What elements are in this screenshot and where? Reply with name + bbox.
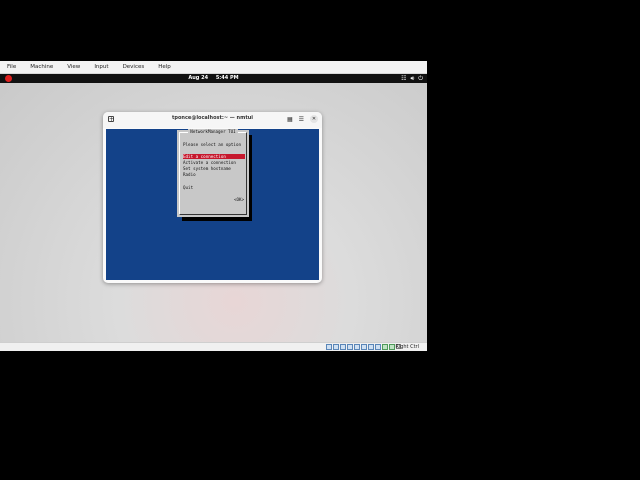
menu-help[interactable]: Help bbox=[151, 61, 178, 73]
clock[interactable]: Aug 24 5:44 PM bbox=[0, 74, 427, 83]
dialog-title: NetworkManager TUI bbox=[188, 129, 238, 134]
optical-drive-icon[interactable] bbox=[333, 344, 339, 350]
nmtui-dialog: NetworkManager TUI Please select an opti… bbox=[177, 129, 249, 217]
clock-time: 5:44 PM bbox=[215, 75, 239, 81]
recording-icon[interactable] bbox=[375, 344, 381, 350]
option-quit[interactable]: Quit bbox=[183, 185, 193, 190]
option-set-hostname[interactable]: Set system hostname bbox=[183, 166, 231, 171]
shared-folders-icon[interactable] bbox=[361, 344, 367, 350]
hamburger-menu-icon[interactable]: ☰ bbox=[299, 116, 304, 123]
gnome-top-bar: Aug 24 5:44 PM ☷ 🔊︎ ⏻ bbox=[0, 74, 427, 83]
ok-button[interactable]: <OK> bbox=[234, 197, 244, 202]
tabs-overview-icon[interactable]: ▦ bbox=[287, 116, 293, 123]
terminal-header: + tponce@localhost:~ — nmtui ▦ ☰ ✕ bbox=[103, 112, 322, 128]
audio-icon[interactable] bbox=[340, 344, 346, 350]
clock-date: Aug 24 bbox=[188, 75, 209, 81]
menubar: File Machine View Input Devices Help bbox=[0, 61, 427, 74]
menu-devices[interactable]: Devices bbox=[116, 61, 152, 73]
network-adapter-icon[interactable] bbox=[347, 344, 353, 350]
guest-screen[interactable]: Aug 24 5:44 PM ☷ 🔊︎ ⏻ + tponce@localhost… bbox=[0, 74, 427, 342]
usb-icon[interactable] bbox=[354, 344, 360, 350]
display-icon[interactable] bbox=[368, 344, 374, 350]
power-icon: ⏻ bbox=[418, 75, 423, 82]
menu-file[interactable]: File bbox=[0, 61, 23, 73]
option-activate-connection[interactable]: Activate a connection bbox=[183, 160, 236, 165]
host-key-label: Right Ctrl bbox=[395, 344, 419, 350]
close-icon[interactable]: ✕ bbox=[310, 115, 318, 123]
menu-input[interactable]: Input bbox=[87, 61, 115, 73]
dialog-prompt: Please select an option bbox=[183, 142, 241, 147]
network-icon: ☷ bbox=[401, 75, 407, 82]
option-edit-connection[interactable]: Edit a connection bbox=[183, 154, 245, 159]
vbox-status-bar: Right Ctrl bbox=[0, 342, 427, 351]
system-tray[interactable]: ☷ 🔊︎ ⏻ bbox=[401, 75, 423, 82]
hard-disk-icon[interactable] bbox=[326, 344, 332, 350]
menu-machine[interactable]: Machine bbox=[23, 61, 60, 73]
status-icons bbox=[326, 344, 395, 350]
menu-view[interactable]: View bbox=[60, 61, 87, 73]
option-radio[interactable]: Radio bbox=[183, 172, 196, 177]
cpu-activity-icon[interactable] bbox=[382, 344, 388, 350]
virtualbox-window: File Machine View Input Devices Help Aug… bbox=[0, 61, 427, 351]
volume-icon: 🔊︎ bbox=[410, 75, 415, 82]
mouse-integration-icon[interactable] bbox=[389, 344, 395, 350]
